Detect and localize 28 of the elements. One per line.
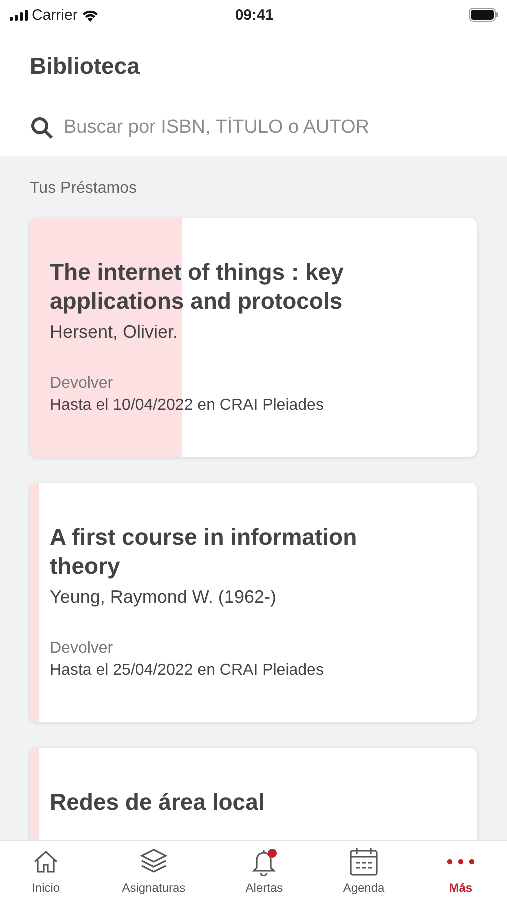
carrier-name: Carrier xyxy=(32,6,78,24)
book-title: A first course in information theory xyxy=(50,523,358,581)
bell-icon xyxy=(251,848,278,876)
due-date: Hasta el 25/04/2022 en CRAI Pleiades xyxy=(50,662,325,680)
page-title: Biblioteca xyxy=(29,52,141,80)
loan-card[interactable]: A first course in information theory Yeung, Raymond W. (1962-) Devolver Hasta el 25/04/2022 en CRAI Pleiades xyxy=(30,483,477,722)
book-title: Redes de área local xyxy=(50,788,266,817)
return-label: Devolver xyxy=(50,640,114,658)
more-icon xyxy=(446,858,476,866)
due-date: Hasta el 10/04/2022 en CRAI Pleiades xyxy=(50,397,325,415)
section-heading: Tus Préstamos xyxy=(30,180,138,198)
search-icon xyxy=(30,116,54,140)
calendar-icon xyxy=(349,846,380,876)
signal-icon xyxy=(10,10,28,20)
book-author: Hersent, Olivier. xyxy=(50,322,180,343)
return-label: Devolver xyxy=(50,375,114,393)
tab-bar-item[interactable]: Asignaturas xyxy=(118,846,190,894)
loan-card[interactable]: The internet of things : key applications and protocols Hersent, Olivier. Devolver Hasta el 10/04/2022 en CRAI Pleiades xyxy=(30,218,477,457)
tab-bar-item[interactable]: Más xyxy=(440,846,481,894)
tab-bar-item[interactable]: Alertas xyxy=(242,846,288,894)
book-author: Yeung, Raymond W. (1962-) xyxy=(50,587,278,608)
battery-icon xyxy=(469,8,499,22)
loan-card[interactable]: Redes de área local xyxy=(30,748,477,840)
book-title: The internet of things : key applications and protocols xyxy=(50,258,345,316)
tab-bar-item[interactable]: Agenda xyxy=(339,846,389,894)
tab-bar-item[interactable]: Inicio xyxy=(26,846,66,894)
wifi-icon xyxy=(82,8,99,22)
status-time: 09:41 xyxy=(234,6,275,24)
